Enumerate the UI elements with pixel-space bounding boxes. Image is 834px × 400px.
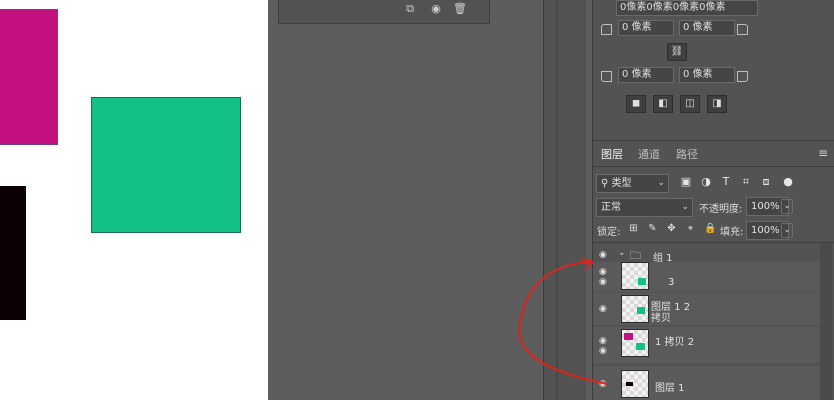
annotation-stroke <box>518 261 608 385</box>
annotation-arrow <box>518 258 608 385</box>
annotation-arrowhead <box>581 258 594 271</box>
